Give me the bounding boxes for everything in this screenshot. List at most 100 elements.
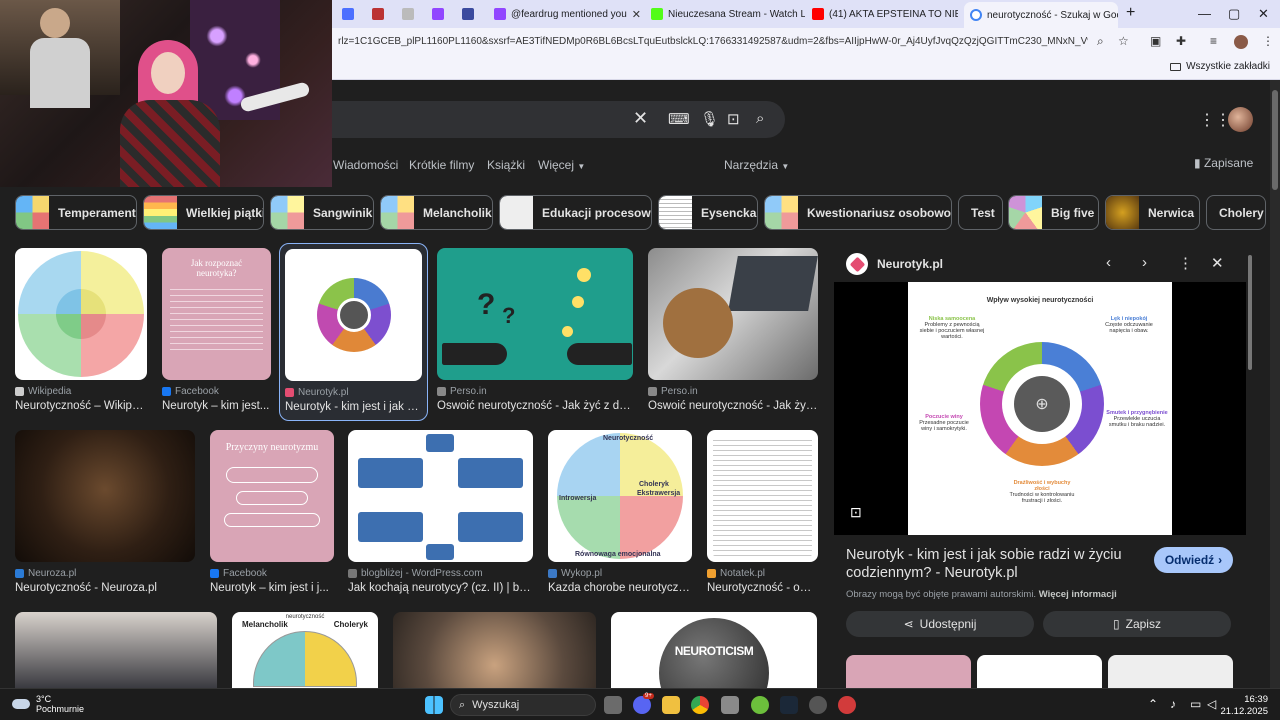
- image-result[interactable]: neurotyczność Melancholik Choleryk: [232, 612, 378, 688]
- image-result[interactable]: NEUROTICISM: [611, 612, 817, 688]
- bookmark-star-icon[interactable]: ☆: [1118, 34, 1129, 48]
- puzzle-icon[interactable]: ✚: [1176, 34, 1186, 48]
- chip-test[interactable]: Test: [958, 195, 1003, 230]
- result-title[interactable]: Oswoić neurotyczność - Jak żyć z duż...: [437, 400, 633, 412]
- chip-wielkiej-piatki[interactable]: Wielkiej piątki: [143, 195, 264, 230]
- avatar[interactable]: [1228, 107, 1253, 132]
- file-explorer-icon[interactable]: [662, 696, 680, 714]
- tab-news[interactable]: Wiadomości: [333, 158, 398, 172]
- result-title[interactable]: Jak kochają neurotycy? (cz. II) | blo...: [348, 582, 533, 594]
- tab-twitch-mention[interactable]: @feardrug mentioned you ✕: [488, 3, 640, 25]
- related-thumbnail[interactable]: [846, 655, 971, 688]
- reading-list-icon[interactable]: ≡: [1210, 34, 1217, 48]
- chip-sangwinik[interactable]: Sangwinik: [270, 195, 374, 230]
- more-info-link[interactable]: Więcej informacji: [1039, 589, 1117, 600]
- panel-title[interactable]: Neurotyk - kim jest i jak sobie radzi w …: [846, 546, 1126, 582]
- volume-icon[interactable]: ◁: [1207, 697, 1216, 711]
- tools-button[interactable]: Narzędzia ▼: [724, 158, 789, 172]
- search-icon[interactable]: ⌕: [756, 110, 764, 127]
- preview-image[interactable]: Wpływ wysokiej neurotyczności ⊕ Niska sa…: [908, 282, 1172, 535]
- image-result[interactable]: Jak rozpoznać neurotyka? Facebook Neurot…: [162, 248, 271, 412]
- chip-nerwica[interactable]: Nerwica: [1105, 195, 1200, 230]
- chip-kwestionariusz[interactable]: Kwestionariusz osobowości: [764, 195, 952, 230]
- result-title[interactable]: Neurotyczność – Wikipe...: [15, 400, 147, 412]
- close-window-button[interactable]: ✕: [1258, 6, 1269, 22]
- url-field[interactable]: rlz=1C1GCEB_plPL1160PL1160&sxsrf=AE3TifN…: [338, 36, 1088, 47]
- zoom-icon[interactable]: ⌕: [1097, 34, 1104, 49]
- image-result[interactable]: Notatek.pl Neurotyczność - om...: [707, 430, 818, 594]
- scrollbar-thumb[interactable]: [1272, 90, 1278, 190]
- related-thumbnail[interactable]: [1108, 655, 1233, 688]
- tab-more[interactable]: Więcej ▼: [538, 158, 585, 172]
- tab-books[interactable]: Książki: [487, 158, 525, 172]
- clock[interactable]: 16:39 21.12.2025: [1218, 694, 1268, 718]
- save-button[interactable]: ▯ Zapisz: [1043, 611, 1231, 637]
- image-result[interactable]: Wikipedia Neurotyczność – Wikipe...: [15, 248, 147, 412]
- weather-widget[interactable]: 3°C Pochmurnie: [12, 694, 84, 714]
- result-title[interactable]: Neurotyk - kim jest i jak s...: [285, 401, 422, 413]
- result-title[interactable]: Kazda chorobe neurotyczn...: [548, 582, 692, 594]
- image-result[interactable]: Neurotyczność Introwersja Ekstrawersja R…: [548, 430, 692, 594]
- result-title[interactable]: Neurotyk – kim jest i j...: [210, 582, 334, 594]
- tab-short-videos[interactable]: Krótkie filmy: [409, 158, 474, 172]
- close-icon[interactable]: ✕: [1211, 254, 1224, 272]
- panel-site[interactable]: Neurotyk.pl: [846, 253, 943, 275]
- image-result-selected[interactable]: Neurotyk.pl Neurotyk - kim jest i jak s.…: [279, 243, 428, 421]
- visit-button[interactable]: Odwiedź ›: [1154, 547, 1233, 573]
- chip-eysencka[interactable]: Eysencka: [658, 195, 758, 230]
- chip-edukacji-procesowej[interactable]: Edukacji procesowej: [499, 195, 652, 230]
- lens-icon[interactable]: ⊡: [727, 110, 740, 128]
- result-title[interactable]: Oswoić neurotyczność - Jak żyć ...: [648, 400, 818, 412]
- windows-start-icon[interactable]: [425, 696, 443, 714]
- tab-favicon[interactable]: [432, 8, 444, 20]
- taskbar-search[interactable]: ⌕ Wyszukaj: [450, 694, 596, 716]
- share-button[interactable]: ⋖ Udostępnij: [846, 611, 1034, 637]
- result-title[interactable]: Neurotyczność - om...: [707, 582, 818, 594]
- chevron-left-icon[interactable]: ‹: [1106, 254, 1111, 271]
- tray-chevron-icon[interactable]: ⌃: [1148, 697, 1158, 711]
- image-result[interactable]: blogbliżej - WordPress.com Jak kochają n…: [348, 430, 533, 594]
- minimize-button[interactable]: —: [1198, 6, 1211, 21]
- image-result[interactable]: ? ? Perso.in Oswoić neurotyczność - Jak …: [437, 248, 633, 412]
- steam-icon[interactable]: [780, 696, 798, 714]
- microphone-icon[interactable]: 🎙: [700, 110, 719, 128]
- tab-favicon[interactable]: [342, 8, 354, 20]
- chip-big-five[interactable]: Big five: [1008, 195, 1099, 230]
- tab-youtube[interactable]: (41) AKTA EPSTEINA TO NIEŚMI ✕: [806, 3, 958, 25]
- task-view-icon[interactable]: [604, 696, 622, 714]
- lens-search-icon[interactable]: ⊡: [850, 504, 862, 521]
- app-icon[interactable]: [809, 696, 827, 714]
- saved-button[interactable]: ▮ Zapisane: [1194, 156, 1253, 170]
- clear-icon[interactable]: ✕: [633, 108, 648, 129]
- menu-icon[interactable]: ⋮: [1262, 34, 1274, 48]
- image-result[interactable]: [393, 612, 596, 688]
- image-result[interactable]: Przyczyny neurotyzmu Facebook Neurotyk –…: [210, 430, 334, 594]
- more-options-icon[interactable]: ⋮: [1178, 254, 1193, 272]
- keyboard-icon[interactable]: ⌨: [668, 110, 690, 128]
- app-icon[interactable]: [838, 696, 856, 714]
- result-title[interactable]: Neurotyk – kim jest...: [162, 400, 271, 412]
- image-result[interactable]: [15, 612, 217, 688]
- extension-icon[interactable]: ▣: [1150, 34, 1161, 48]
- app-icon[interactable]: [751, 696, 769, 714]
- tab-favicon[interactable]: [402, 8, 414, 20]
- new-tab-button[interactable]: +: [1126, 4, 1135, 22]
- chip-melancholik[interactable]: Melancholik: [380, 195, 493, 230]
- page-scrollbar[interactable]: [1270, 80, 1280, 688]
- result-title[interactable]: Neurotyczność - Neuroza.pl: [15, 582, 195, 594]
- related-thumbnail[interactable]: [977, 655, 1102, 688]
- profile-icon[interactable]: [1234, 35, 1248, 49]
- maximize-button[interactable]: ▢: [1228, 6, 1240, 22]
- network-icon[interactable]: ▭: [1190, 697, 1201, 711]
- tab-favicon[interactable]: [372, 8, 384, 20]
- chip-temperament[interactable]: Temperament: [15, 195, 137, 230]
- chip-cholery[interactable]: Cholery: [1206, 195, 1266, 230]
- microphone-tray-icon[interactable]: ♪: [1170, 697, 1176, 711]
- tab-kick-stream[interactable]: Nieuczesana Stream - Watch Li ✕: [645, 3, 805, 25]
- chrome-icon[interactable]: [691, 696, 709, 714]
- app-icon[interactable]: [721, 696, 739, 714]
- all-bookmarks[interactable]: Wszystkie zakładki: [1170, 61, 1270, 72]
- tab-favicon[interactable]: [462, 8, 474, 20]
- image-result[interactable]: Neuroza.pl Neurotyczność - Neuroza.pl: [15, 430, 195, 594]
- close-icon[interactable]: ✕: [632, 8, 640, 21]
